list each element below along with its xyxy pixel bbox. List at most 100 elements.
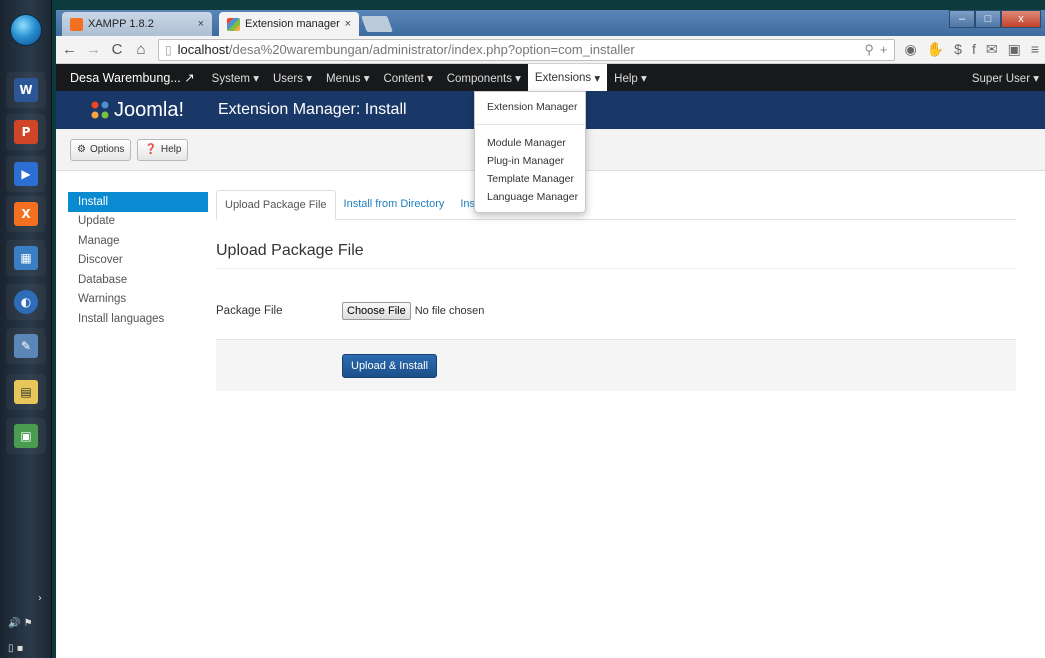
menu-label: Users — [272, 72, 304, 85]
home-icon[interactable]: ⌂ — [134, 41, 148, 58]
zoom-icon[interactable]: ⚲ — [864, 42, 874, 58]
extensions-dropdown: Extension Manager Module Manager Plug-in… — [474, 91, 586, 213]
file-status: No file chosen — [414, 305, 485, 317]
volume-icon[interactable]: 🔊 ⚑ — [8, 618, 48, 629]
media-player-icon[interactable]: ▶ — [6, 156, 46, 192]
minimize-button[interactable]: – — [949, 10, 975, 28]
page-title: Extension Manager: Install — [218, 101, 407, 118]
dropdown-item-language-manager[interactable]: Language Manager — [475, 188, 585, 206]
browser-app-icon[interactable]: ◐ — [6, 284, 46, 320]
help-label: Help — [160, 144, 182, 155]
network-app-icon[interactable]: ▦ — [6, 240, 46, 276]
gear-icon: ⚙ — [77, 144, 86, 155]
site-name-link[interactable]: Desa Warembung... ↗ — [56, 70, 205, 85]
help-button[interactable]: ❓ Help — [137, 138, 189, 161]
system-tray: › 🔊 ⚑ ▯ ▪ — [8, 593, 48, 654]
user-menu[interactable]: Super User ▾ — [972, 71, 1045, 85]
menu-components[interactable]: Components ▾ — [440, 71, 528, 85]
tab-extension-manager[interactable]: Extension manager - Insta × — [219, 12, 359, 36]
tab-close-icon[interactable]: × — [345, 18, 351, 30]
dropdown-item-module-manager[interactable]: Module Manager — [475, 134, 585, 152]
menu-label: Extensions — [534, 71, 592, 84]
package-file-label: Package File — [216, 305, 283, 317]
options-label: Options — [89, 144, 125, 155]
sidebar-item-database[interactable]: Database — [68, 270, 208, 290]
chrome-menu-icon[interactable]: ≡ — [1031, 41, 1039, 58]
picture-viewer-icon[interactable]: ▣ — [6, 418, 46, 454]
menu-menus[interactable]: Menus ▾ — [319, 71, 377, 85]
url-host: localhost — [177, 42, 229, 57]
choose-file-button[interactable]: Choose File — [342, 302, 411, 320]
menu-extensions[interactable]: Extensions ▾ — [527, 64, 608, 91]
sidebar-item-install[interactable]: Install — [68, 192, 208, 212]
main-content: Upload Package File Install from Directo… — [216, 190, 1016, 391]
reload-icon[interactable]: C — [110, 41, 124, 58]
power-icon[interactable]: ▯ ▪ — [8, 643, 48, 654]
sidebar-item-warnings[interactable]: Warnings — [68, 290, 208, 310]
file-explorer-icon[interactable]: ▤ — [6, 374, 46, 410]
maximize-button[interactable]: □ — [975, 10, 1001, 28]
dropdown-item-template-manager[interactable]: Template Manager — [475, 170, 585, 188]
question-icon: ❓ — [144, 144, 157, 155]
browser-titlebar: XAMPP 1.8.2 × Extension manager - Insta … — [56, 10, 1045, 36]
joomla-admin-menu: Desa Warembung... ↗ System ▾ Users ▾ Men… — [56, 64, 1045, 91]
extension-2-icon[interactable]: ✋ — [927, 41, 944, 58]
tab-title: Extension manager - Insta — [245, 18, 340, 30]
powerpoint-app-icon[interactable]: P — [6, 114, 46, 150]
extension-icons: ◉ ✋ $ f ✉ ▣ ≡ — [905, 41, 1039, 58]
menu-content[interactable]: Content ▾ — [376, 71, 439, 85]
xampp-favicon-icon — [70, 17, 83, 31]
url-path: /desa%20warembungan/administrator/index.… — [228, 42, 635, 57]
form-actions: Upload & Install — [216, 339, 1016, 391]
upload-install-button[interactable]: Upload & Install — [342, 353, 438, 378]
tray-expand-icon[interactable]: › — [8, 593, 48, 604]
options-button[interactable]: ⚙ Options — [70, 138, 132, 161]
new-tab-button[interactable] — [361, 16, 393, 32]
sidebar-item-install-languages[interactable]: Install languages — [68, 309, 208, 329]
xampp-app-icon[interactable]: X — [6, 196, 46, 232]
sidebar-item-discover[interactable]: Discover — [68, 251, 208, 271]
section-title: Upload Package File — [216, 242, 1016, 269]
facebook-icon[interactable]: f — [972, 41, 976, 58]
extension-4-icon[interactable]: ▣ — [1008, 41, 1021, 58]
address-bar: ← → C ⌂ ▯ localhost/desa%20warembungan/a… — [56, 36, 1045, 64]
back-icon[interactable]: ← — [62, 41, 77, 58]
user-name: Super User — [971, 72, 1031, 85]
menu-system[interactable]: System ▾ — [205, 71, 266, 85]
dropdown-divider — [475, 124, 585, 125]
mail-icon[interactable]: ✉ — [986, 41, 998, 58]
tab-close-icon[interactable]: × — [198, 18, 204, 30]
bookmark-add-icon[interactable]: + — [880, 42, 888, 57]
menu-help[interactable]: Help ▾ — [607, 71, 654, 85]
tab-install-from-directory[interactable]: Install from Directory — [336, 189, 453, 219]
tab-xampp[interactable]: XAMPP 1.8.2 × — [62, 12, 212, 36]
dropdown-item-plugin-manager[interactable]: Plug-in Manager — [475, 152, 585, 170]
page-icon: ▯ — [165, 42, 172, 57]
word-app-icon[interactable]: W — [6, 72, 46, 108]
forward-icon[interactable]: → — [86, 41, 101, 58]
joomla-favicon-icon — [227, 17, 240, 31]
menu-label: Menus — [325, 72, 361, 85]
window-controls: – □ x — [949, 10, 1041, 28]
sidebar-item-manage[interactable]: Manage — [68, 231, 208, 251]
joomla-logo[interactable]: Joomla! — [56, 99, 206, 122]
url-input[interactable]: ▯ localhost/desa%20warembungan/administr… — [158, 38, 895, 61]
logo-text: Joomla! — [114, 98, 185, 121]
menu-users[interactable]: Users ▾ — [266, 71, 319, 85]
joomla-logo-icon — [91, 101, 109, 119]
install-tabs: Upload Package File Install from Directo… — [216, 190, 1016, 220]
start-button[interactable] — [10, 14, 42, 46]
paint-app-icon[interactable]: ✎ — [6, 328, 46, 364]
menu-label: Components — [446, 72, 512, 85]
close-window-button[interactable]: x — [1001, 10, 1041, 28]
site-name: Desa Warembung... — [70, 71, 181, 85]
external-link-icon: ↗ — [184, 71, 195, 85]
extension-3-icon[interactable]: $ — [954, 41, 962, 58]
browser-window: XAMPP 1.8.2 × Extension manager - Insta … — [56, 10, 1045, 658]
dropdown-item-extension-manager[interactable]: Extension Manager — [475, 98, 585, 116]
package-file-row: Package File Choose File No file chosen — [216, 299, 1016, 323]
tab-upload-package[interactable]: Upload Package File — [216, 190, 336, 220]
extension-1-icon[interactable]: ◉ — [905, 41, 917, 58]
windows-taskbar: W P ▶ X ▦ ◐ ✎ ▤ ▣ › 🔊 ⚑ ▯ ▪ — [0, 0, 52, 658]
sidebar-item-update[interactable]: Update — [68, 212, 208, 232]
